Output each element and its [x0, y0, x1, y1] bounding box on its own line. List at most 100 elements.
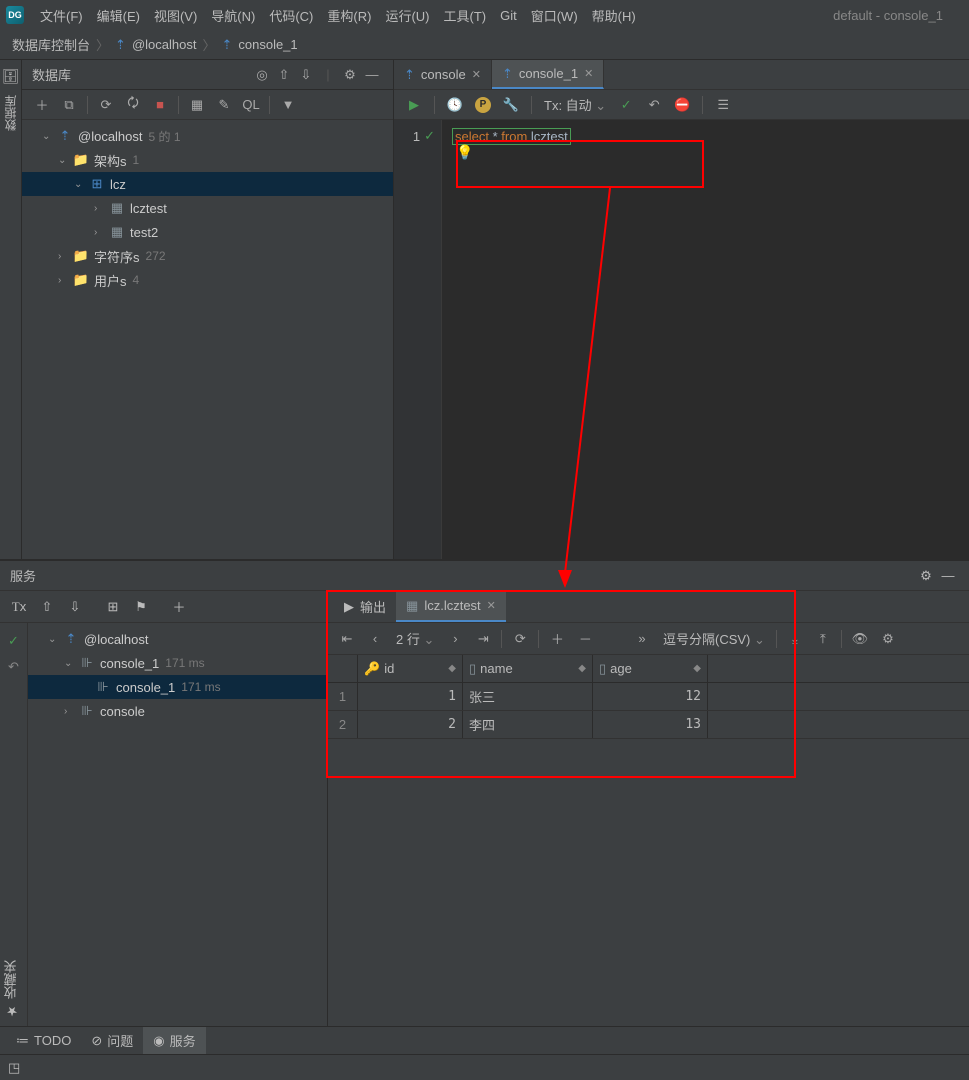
settings-icon[interactable]: ☰	[711, 93, 735, 117]
gear-icon[interactable]: ⚙	[339, 64, 361, 86]
add-button[interactable]: ＋	[30, 93, 54, 117]
add-row-icon[interactable]: ＋	[544, 627, 570, 651]
expand-arrow[interactable]: ⌄	[48, 634, 62, 645]
export-down-icon[interactable]: ⤓	[782, 627, 808, 651]
expand-arrow[interactable]: ›	[58, 251, 72, 262]
cell-age[interactable]: 13	[593, 711, 708, 738]
problems-tab[interactable]: ⊘问题	[81, 1027, 143, 1054]
close-icon[interactable]: ✕	[584, 67, 593, 80]
result-tab-输出[interactable]: ▶输出	[334, 591, 396, 622]
menu-view[interactable]: 视图(V)	[148, 3, 203, 28]
menu-git[interactable]: Git	[494, 5, 523, 26]
breadcrumb-console[interactable]: console_1	[238, 37, 297, 52]
col-name[interactable]: ▯name◆	[463, 655, 593, 682]
commit-icon[interactable]: ✓	[614, 93, 638, 117]
tree-item-架构s[interactable]: ⌄📁架构s1	[22, 148, 393, 172]
col-age[interactable]: ▯age◆	[593, 655, 708, 682]
menu-help[interactable]: 帮助(H)	[586, 3, 642, 28]
refresh-icon[interactable]: ⟳	[94, 93, 118, 117]
favorites-tab[interactable]: ★ 收藏夹	[0, 952, 22, 1026]
code-editor[interactable]: 1 ✓ select * from lcztest 💡	[394, 120, 969, 559]
cell-id[interactable]: 1	[358, 683, 463, 710]
tree-item-lcztest[interactable]: ›▦lcztest	[22, 196, 393, 220]
collapse-icon[interactable]: ⇧	[273, 64, 295, 86]
prev-page-icon[interactable]: ‹	[362, 627, 388, 651]
add-icon[interactable]: ＋	[166, 595, 192, 619]
export-format[interactable]: 逗号分隔(CSV) ⌄	[657, 629, 771, 648]
expand-arrow[interactable]: ⌄	[74, 179, 88, 190]
target-icon[interactable]: ◎	[251, 64, 273, 86]
table-row[interactable]: 22李四13	[328, 711, 969, 739]
close-icon[interactable]: ✕	[472, 68, 481, 81]
col-id[interactable]: 🔑id◆	[358, 655, 463, 682]
tree-item-字符序s[interactable]: ›📁字符序s272	[22, 244, 393, 268]
eye-icon[interactable]: 👁	[847, 627, 873, 651]
flag-icon[interactable]: ⚑	[128, 595, 154, 619]
filter-icon[interactable]: ▼	[276, 93, 300, 117]
collapse-icon[interactable]: ⇧	[34, 595, 60, 619]
menu-edit[interactable]: 编辑(E)	[91, 3, 146, 28]
minimize-icon[interactable]: —	[361, 64, 383, 86]
editor-tab-console[interactable]: ⇡console✕	[394, 60, 492, 89]
rollback-icon[interactable]: ↶	[4, 657, 24, 677]
first-page-icon[interactable]: ⇤	[334, 627, 360, 651]
explain-plan-icon[interactable]: P	[471, 93, 495, 117]
cell-age[interactable]: 12	[593, 683, 708, 710]
more-icon[interactable]: »	[629, 627, 655, 651]
menu-navigate[interactable]: 导航(N)	[205, 3, 261, 28]
menu-tools[interactable]: 工具(T)	[437, 3, 492, 28]
history-icon[interactable]: 🕓	[443, 93, 467, 117]
wrench-icon[interactable]: 🔧	[499, 93, 523, 117]
tx-icon[interactable]: Tx	[6, 595, 32, 619]
export-up-icon[interactable]: ⤒	[810, 627, 836, 651]
commit-icon[interactable]: ✓	[4, 631, 24, 651]
tree-item-test2[interactable]: ›▦test2	[22, 220, 393, 244]
services-tab[interactable]: ◉服务	[143, 1027, 205, 1054]
cell-name[interactable]: 李四	[463, 711, 593, 738]
expand-icon[interactable]: ⇩	[62, 595, 88, 619]
expand-icon[interactable]: ⇩	[295, 64, 317, 86]
edit-icon[interactable]: ✎	[212, 93, 236, 117]
reload-icon[interactable]: ⟳	[507, 627, 533, 651]
expand-arrow[interactable]: ⌄	[42, 131, 56, 142]
menu-run[interactable]: 运行(U)	[379, 3, 435, 28]
cell-id[interactable]: 2	[358, 711, 463, 738]
table-row[interactable]: 11张三12	[328, 683, 969, 711]
stop-icon[interactable]: ■	[148, 93, 172, 117]
database-tool-tab[interactable]: 🗄 数据库	[0, 60, 22, 559]
intention-bulb-icon[interactable]: 💡	[456, 144, 473, 161]
tree-item-@localhost[interactable]: ⌄⇡@localhost5 的 1	[22, 124, 393, 148]
expand-arrow[interactable]: ›	[64, 706, 78, 717]
editor-tab-console_1[interactable]: ⇡console_1✕	[492, 60, 604, 89]
sql-statement[interactable]: select * from lcztest	[452, 128, 571, 145]
query-icon[interactable]: QL	[239, 93, 263, 117]
copy-icon[interactable]: ⧉	[57, 93, 81, 117]
grid-icon[interactable]: ⊞	[100, 595, 126, 619]
svc-tree-item[interactable]: ›⊪console	[28, 699, 327, 723]
last-page-icon[interactable]: ⇥	[470, 627, 496, 651]
svc-tree-item[interactable]: ⊪console_1171 ms	[28, 675, 327, 699]
table-icon[interactable]: ▦	[185, 93, 209, 117]
svc-tree-item[interactable]: ⌄⊪console_1171 ms	[28, 651, 327, 675]
remove-row-icon[interactable]: －	[572, 627, 598, 651]
expand-arrow[interactable]: ⌄	[64, 658, 78, 669]
expand-arrow[interactable]: ›	[94, 227, 108, 238]
svc-tree-item[interactable]: ⌄⇡@localhost	[28, 627, 327, 651]
gear-icon[interactable]: ⚙	[915, 565, 937, 587]
tree-item-用户s[interactable]: ›📁用户s4	[22, 268, 393, 292]
gear-icon[interactable]: ⚙	[875, 627, 901, 651]
close-icon[interactable]: ✕	[487, 599, 496, 612]
window-icon[interactable]: ◳	[8, 1060, 20, 1076]
expand-arrow[interactable]: ›	[58, 275, 72, 286]
expand-arrow[interactable]: ›	[94, 203, 108, 214]
breadcrumb-root[interactable]: 数据库控制台	[12, 35, 90, 54]
cell-name[interactable]: 张三	[463, 683, 593, 710]
tx-mode-label[interactable]: Tx: 自动 ⌄	[544, 95, 606, 114]
next-page-icon[interactable]: ›	[442, 627, 468, 651]
menu-code[interactable]: 代码(C)	[263, 3, 319, 28]
result-tab-lcz.lcztest[interactable]: ▦lcz.lcztest ✕	[396, 591, 506, 622]
tree-item-lcz[interactable]: ⌄⊞lcz	[22, 172, 393, 196]
minimize-icon[interactable]: —	[937, 565, 959, 587]
run-button[interactable]: ▶	[402, 93, 426, 117]
menu-file[interactable]: 文件(F)	[34, 3, 89, 28]
